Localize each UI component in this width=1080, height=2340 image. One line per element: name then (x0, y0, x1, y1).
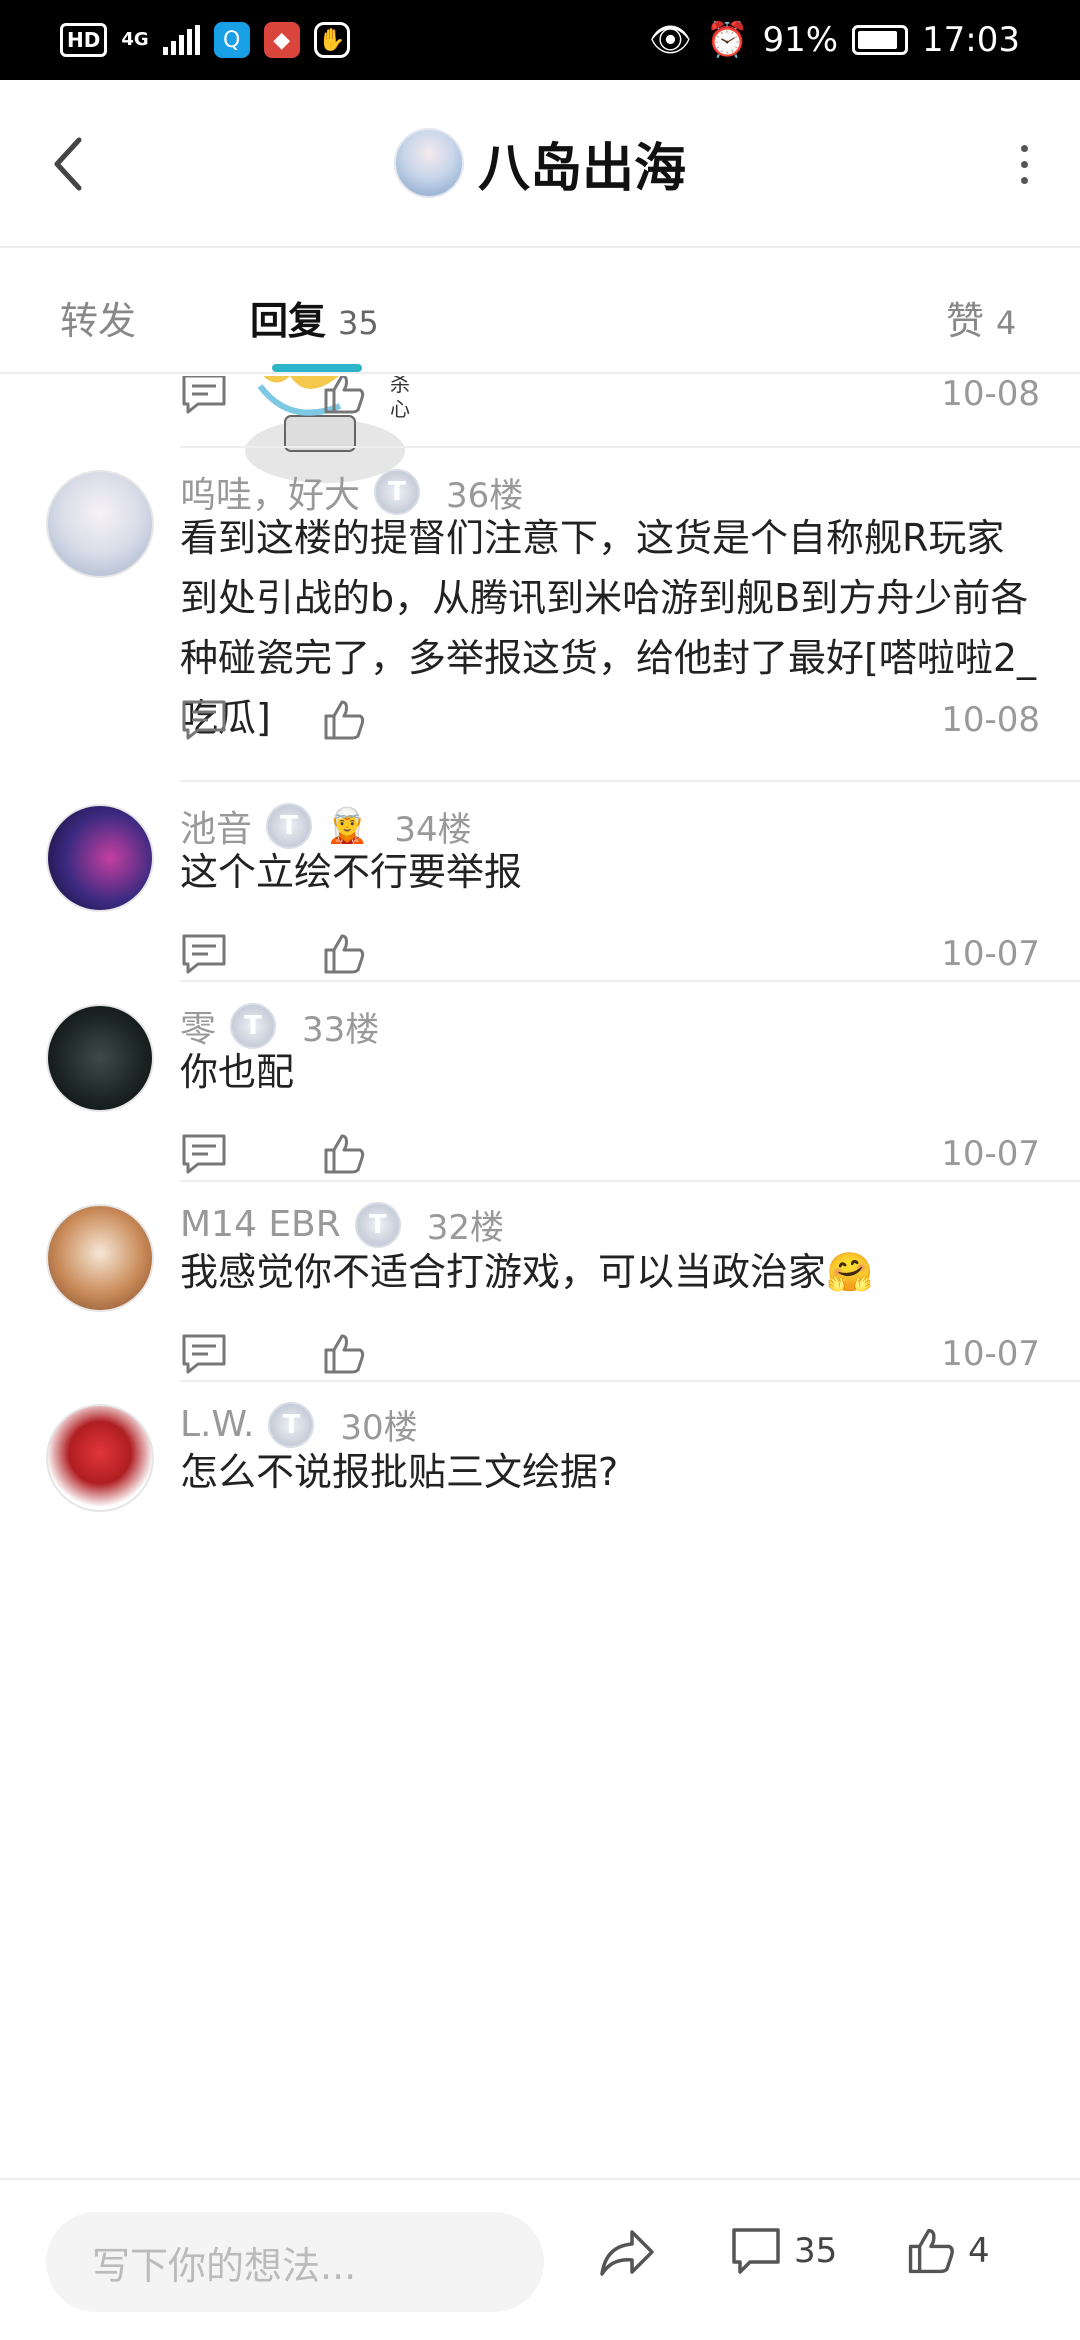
comment-text: 怎么不说报批贴三文绘据? (180, 1450, 619, 1494)
comment-icon (732, 2228, 780, 2274)
like-icon[interactable] (322, 376, 366, 416)
level-badge-icon: T (268, 1401, 315, 1448)
avatar (393, 128, 464, 198)
like-icon (908, 2228, 954, 2274)
comment-date: 10-08 (941, 700, 1040, 740)
like-count-button[interactable]: 4 (906, 2226, 990, 2276)
divider (180, 1380, 1080, 1382)
comment-actions: 10-07 (180, 924, 1040, 984)
reply-icon[interactable] (180, 698, 228, 742)
like-icon[interactable] (322, 1132, 366, 1176)
like-icon[interactable] (322, 1332, 366, 1376)
signal-icon (162, 25, 200, 55)
level-badge-icon: T (354, 1201, 401, 1248)
search-app-icon: Q (213, 22, 250, 58)
like-icon[interactable] (322, 698, 366, 742)
back-button[interactable] (44, 136, 92, 192)
share-button[interactable] (598, 2226, 656, 2278)
reply-icon[interactable] (180, 1332, 228, 1376)
avatar[interactable] (46, 1404, 154, 1512)
alarm-icon: ⏰ (706, 20, 749, 60)
divider (180, 1180, 1080, 1182)
divider (180, 446, 1080, 448)
avatar[interactable] (46, 470, 154, 578)
status-bar: HD 4G Q ◆ ✋ 👁 ⏰ 91% 17:03 (0, 0, 1080, 80)
tab-label: 转发 (60, 299, 137, 343)
app-notification-icon: ◆ (263, 22, 300, 58)
network-type: 4G (121, 29, 149, 50)
reply-icon[interactable] (180, 376, 228, 416)
bottom-action-bar: 写下你的想法... 35 4 (0, 2178, 1080, 2340)
comment-date: 10-07 (941, 934, 1040, 974)
username[interactable]: M14 EBR (180, 1204, 341, 1245)
tab-likes[interactable]: 赞 4 (946, 290, 1016, 345)
comment-list[interactable]: 杀 心 10-08 呜哇，好大 T 36楼 看到这楼的提督们注意下，这货是个自称… (0, 376, 1080, 2178)
comment-actions: 10-07 (180, 1324, 1040, 1384)
page-title-group[interactable]: 八岛出海 (393, 126, 686, 201)
comment-date: 10-08 (941, 376, 1040, 414)
comment-text: 这个立绘不行要举报 (180, 850, 523, 894)
fan-badge-icon: 🧝 (326, 806, 369, 846)
tab-label: 赞 (946, 299, 985, 343)
tab-reposts[interactable]: 转发 (60, 290, 136, 345)
tab-bar: 转发 回复 35 赞 4 (0, 250, 1080, 374)
clock: 17:03 (922, 20, 1020, 60)
tab-count: 4 (996, 304, 1017, 342)
comment-text: 你也配 (180, 1050, 295, 1094)
comment-date: 10-07 (941, 1134, 1040, 1174)
comment-date: 10-07 (941, 1334, 1040, 1374)
comment-input[interactable]: 写下你的想法... (46, 2212, 544, 2312)
battery-icon (852, 25, 909, 55)
divider (180, 780, 1080, 782)
battery-percent: 91% (762, 20, 839, 60)
chevron-left-icon (54, 137, 82, 191)
username[interactable]: L.W. (180, 1404, 254, 1445)
avatar[interactable] (46, 804, 154, 912)
eye-icon: 👁 (648, 20, 693, 60)
share-icon (600, 2230, 654, 2276)
comment-count-button[interactable]: 35 (730, 2226, 837, 2276)
avatar[interactable] (46, 1204, 154, 1312)
hd-icon: HD (60, 23, 108, 57)
comment-actions: 10-08 (180, 690, 1040, 750)
comment-count: 35 (794, 2231, 838, 2271)
divider (180, 980, 1080, 982)
avatar[interactable] (46, 1004, 154, 1112)
comment-actions: 10-08 (180, 376, 1040, 424)
active-tab-indicator (272, 364, 362, 372)
page-title: 八岛出海 (477, 138, 686, 199)
comment-actions: 10-07 (180, 1124, 1040, 1184)
tab-replies[interactable]: 回复 35 (250, 290, 379, 345)
comment-text: 我感觉你不适合打游戏，可以当政治家🤗 (180, 1250, 874, 1294)
like-icon[interactable] (322, 932, 366, 976)
reply-icon[interactable] (180, 1132, 228, 1176)
hand-icon: ✋ (313, 22, 350, 58)
like-count: 4 (968, 2231, 990, 2271)
more-options-button[interactable] (1012, 136, 1036, 192)
reply-icon[interactable] (180, 932, 228, 976)
top-app-bar: 八岛出海 (0, 80, 1080, 248)
tab-count: 35 (338, 304, 379, 342)
tab-label: 回复 (250, 299, 327, 343)
